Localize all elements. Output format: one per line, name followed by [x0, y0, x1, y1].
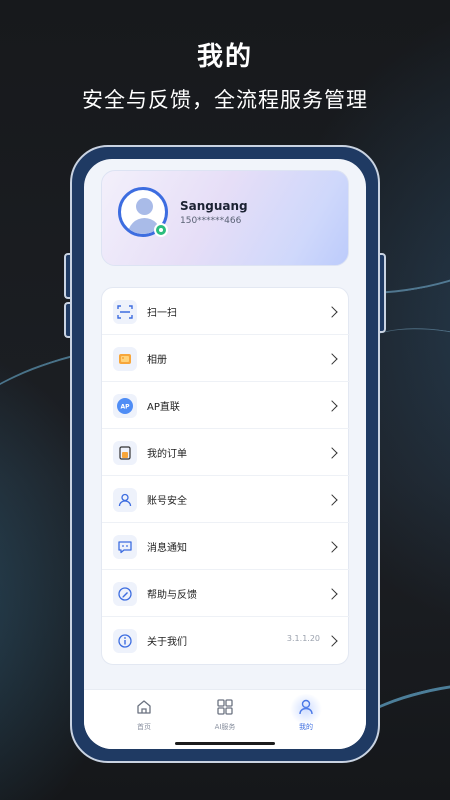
tab-label: 首页	[137, 723, 151, 731]
phone-screen: Sanguang 150******466 扫一扫 相册 AP AP直联 我的订…	[84, 159, 366, 749]
online-status-badge	[154, 223, 168, 237]
menu-item-label: 相册	[147, 355, 167, 366]
menu-item-label: 账号安全	[147, 496, 187, 507]
user-phone: 150******466	[180, 216, 242, 226]
menu-item-help-feedback[interactable]: 帮助与反馈	[102, 570, 350, 617]
help-icon	[113, 582, 137, 606]
tab-mine[interactable]: 我的	[276, 694, 336, 732]
account-security-icon	[113, 488, 137, 512]
order-icon	[113, 441, 137, 465]
chevron-right-icon	[326, 400, 338, 412]
tab-ai-service[interactable]: AI服务	[195, 696, 255, 732]
promo-title: 我的	[196, 42, 253, 72]
chevron-right-icon	[326, 494, 338, 506]
promo-subtitle: 安全与反馈，全流程服务管理	[82, 88, 368, 112]
menu-item-label: 消息通知	[147, 543, 187, 554]
chevron-right-icon	[326, 353, 338, 365]
chevron-right-icon	[326, 306, 338, 318]
ap-badge-text: AP	[120, 404, 130, 411]
chevron-right-icon	[326, 541, 338, 553]
bottom-tab-bar: 首页 AI服务 我的	[84, 689, 366, 749]
album-icon	[113, 347, 137, 371]
menu-item-account-security[interactable]: 账号安全	[102, 476, 350, 523]
home-icon	[133, 696, 155, 718]
ap-direct-icon: AP	[113, 394, 137, 418]
chevron-right-icon	[326, 447, 338, 459]
menu-item-orders[interactable]: 我的订单	[102, 429, 350, 476]
profile-card[interactable]: Sanguang 150******466	[101, 170, 349, 266]
menu-item-label: AP直联	[147, 402, 180, 413]
menu-item-label: 帮助与反馈	[147, 590, 197, 601]
menu-item-album[interactable]: 相册	[102, 335, 350, 382]
tab-label: AI服务	[214, 723, 236, 731]
user-name: Sanguang	[180, 199, 248, 213]
active-tab-glow	[289, 694, 323, 724]
home-indicator	[175, 742, 275, 745]
scan-icon	[113, 300, 137, 324]
menu-item-messages[interactable]: 消息通知	[102, 523, 350, 570]
grid-icon	[214, 696, 236, 718]
menu-item-scan[interactable]: 扫一扫	[102, 288, 350, 335]
chevron-right-icon	[326, 588, 338, 600]
settings-menu: 扫一扫 相册 AP AP直联 我的订单 账号安全 消息通知 帮助与反馈 关于我们…	[101, 287, 350, 665]
chevron-right-icon	[326, 635, 338, 647]
menu-item-ap-direct[interactable]: AP AP直联	[102, 382, 350, 429]
info-icon	[113, 629, 137, 653]
menu-item-label: 关于我们	[147, 637, 187, 648]
tab-home[interactable]: 首页	[114, 696, 174, 732]
menu-item-label: 扫一扫	[147, 308, 177, 319]
menu-item-label: 我的订单	[147, 449, 187, 460]
menu-item-about[interactable]: 关于我们 3.1.1.20	[102, 617, 350, 664]
avatar-head	[136, 198, 153, 215]
message-icon	[113, 535, 137, 559]
app-version: 3.1.1.20	[286, 634, 320, 643]
